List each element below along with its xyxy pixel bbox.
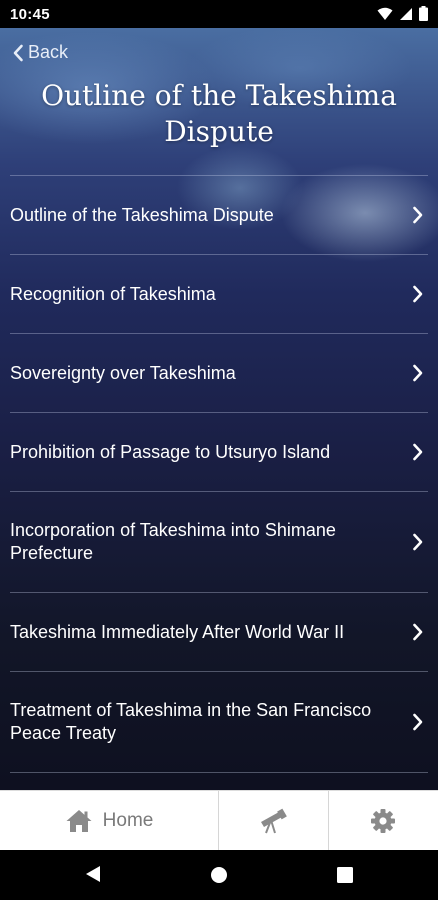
bottom-tab-bar: Home — [0, 790, 438, 851]
topic-menu: Outline of the Takeshima Dispute Recogni… — [10, 175, 428, 774]
tab-home[interactable]: Home — [0, 791, 219, 851]
chevron-right-icon — [413, 623, 423, 641]
telescope-icon — [261, 808, 288, 834]
tab-home-label: Home — [102, 810, 154, 831]
menu-item-label: Takeshima Immediately After World War II — [10, 621, 345, 642]
wifi-icon — [377, 7, 393, 20]
chevron-right-icon — [413, 533, 423, 551]
chevron-right-icon — [413, 206, 423, 224]
menu-item-recognition[interactable]: Recognition of Takeshima — [10, 254, 428, 333]
menu-item-san-francisco-treaty[interactable]: Treatment of Takeshima in the San Franci… — [10, 671, 428, 772]
menu-item-after-wwii[interactable]: Takeshima Immediately After World War II — [10, 592, 428, 671]
nav-back-icon[interactable] — [84, 864, 102, 884]
menu-item-sovereignty[interactable]: Sovereignty over Takeshima — [10, 333, 428, 412]
status-time: 10:45 — [10, 6, 50, 23]
chevron-right-icon — [413, 364, 423, 382]
system-nav-bar — [0, 850, 438, 900]
nav-recents-icon[interactable] — [337, 867, 353, 883]
battery-icon — [419, 6, 428, 21]
status-icons — [377, 6, 428, 21]
menu-item-incorporation[interactable]: Incorporation of Takeshima into Shimane … — [10, 491, 428, 592]
tab-explore[interactable] — [219, 791, 329, 851]
signal-icon — [400, 7, 412, 20]
page-title: Outline of the Takeshima Dispute — [41, 79, 397, 148]
menu-item-outline[interactable]: Outline of the Takeshima Dispute — [10, 175, 428, 254]
home-icon — [66, 810, 92, 832]
status-bar: 10:45 — [0, 0, 438, 28]
tab-settings[interactable] — [329, 791, 438, 851]
gear-icon — [371, 809, 396, 833]
menu-item-prohibition[interactable]: Prohibition of Passage to Utsuryo Island — [10, 412, 428, 491]
menu-item-label: Outline of the Takeshima Dispute — [10, 204, 274, 225]
menu-item-label: Prohibition of Passage to Utsuryo Island — [10, 441, 331, 462]
menu-item-label: Incorporation of Takeshima into Shimane … — [10, 520, 336, 563]
nav-home-icon[interactable] — [210, 866, 228, 884]
main-content: Back Outline of the Takeshima Dispute Ou… — [0, 28, 438, 790]
menu-item-label: Recognition of Takeshima — [10, 283, 216, 304]
chevron-right-icon — [413, 443, 423, 461]
back-button[interactable]: Back — [12, 42, 68, 63]
menu-item-label: Treatment of Takeshima in the San Franci… — [10, 700, 372, 743]
chevron-left-icon — [13, 44, 23, 61]
chevron-right-icon — [413, 713, 423, 731]
chevron-right-icon — [413, 285, 423, 303]
menu-divider — [10, 772, 428, 774]
menu-item-label: Sovereignty over Takeshima — [10, 362, 236, 383]
back-label: Back — [28, 42, 69, 62]
